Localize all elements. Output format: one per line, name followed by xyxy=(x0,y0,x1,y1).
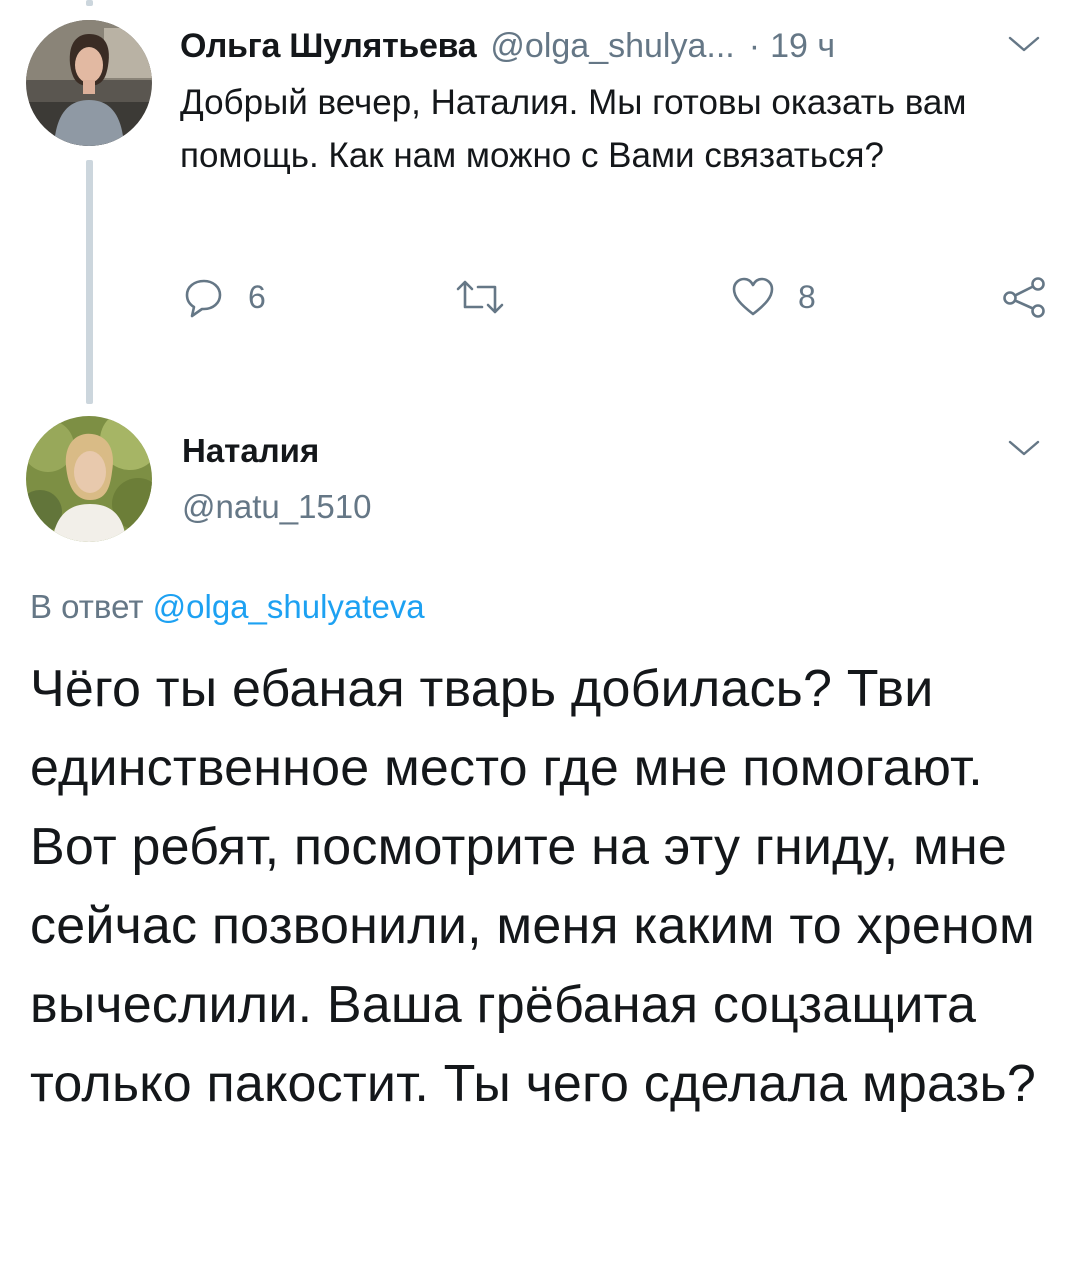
avatar-olga[interactable] xyxy=(26,20,152,146)
tweet1-menu-button[interactable] xyxy=(1006,32,1042,56)
reply-count: 6 xyxy=(248,278,266,315)
tweet1-text: Добрый вечер, Наталия. Мы готовы оказать… xyxy=(180,83,967,175)
like-count: 8 xyxy=(798,278,816,315)
share-icon xyxy=(1003,277,1045,318)
heart-icon xyxy=(732,277,774,316)
avatar-natalia[interactable] xyxy=(26,416,152,542)
reply-mention-link[interactable]: @olga_shulyateva xyxy=(153,588,425,625)
reply-to-label: В ответ xyxy=(30,588,144,625)
tweet2-text: Чёго ты ебаная тварь добилась? Тви единс… xyxy=(30,660,1036,1113)
tweet1-separator: · xyxy=(748,26,761,65)
tweet1-author-name[interactable]: Ольга Шулятьева xyxy=(180,27,477,66)
chevron-down-icon xyxy=(1008,36,1040,52)
avatar-olga-image xyxy=(26,20,152,146)
share-button[interactable] xyxy=(1000,272,1048,322)
chevron-down-icon xyxy=(1008,440,1040,456)
like-button[interactable]: 8 xyxy=(730,272,816,322)
tweet1-handle[interactable]: @olga_shulya... xyxy=(490,27,734,66)
tweet1-actions: 6 8 xyxy=(0,272,1077,322)
retweet-button[interactable] xyxy=(452,272,530,322)
reply-button[interactable]: 6 xyxy=(182,272,266,322)
reply-icon xyxy=(185,279,222,318)
retweet-icon xyxy=(456,280,504,314)
tweet2-menu-button[interactable] xyxy=(1006,436,1042,460)
tweet2-author-name[interactable]: Наталия xyxy=(182,432,319,470)
avatar-natalia-image xyxy=(26,416,152,542)
tweet2-handle[interactable]: @natu_1510 xyxy=(182,488,372,526)
thread-line-top xyxy=(86,0,93,6)
tweet1-timestamp[interactable]: 19 ч xyxy=(770,27,835,66)
tweet1-header: Ольга Шулятьева @olga_shulya... · 19 ч xyxy=(180,20,835,72)
reply-to-line: В ответ @olga_shulyateva xyxy=(30,588,425,626)
